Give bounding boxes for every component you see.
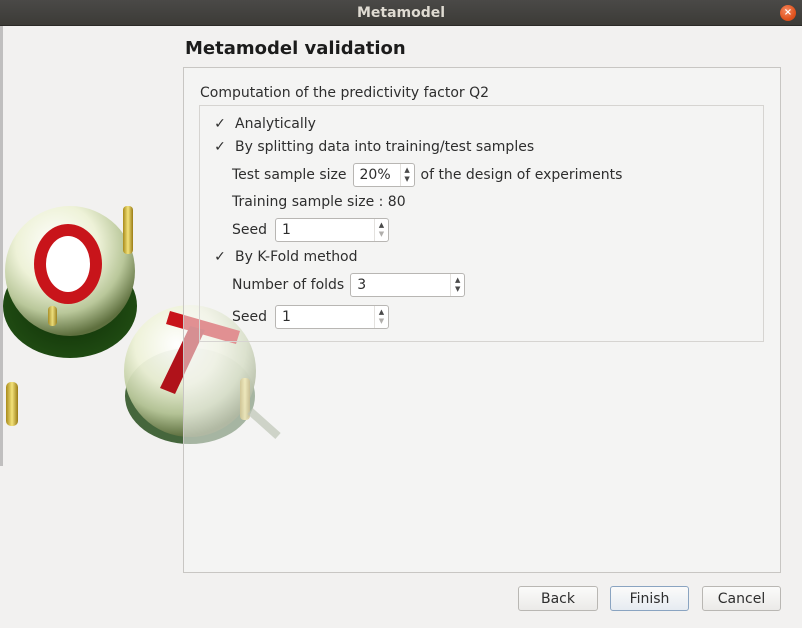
splitting-checkbox[interactable]: ✓: [213, 140, 227, 154]
kfold-checkbox-row[interactable]: ✓ By K-Fold method: [213, 249, 358, 265]
test-sample-size-label: Test sample size: [232, 167, 347, 183]
split-seed-value[interactable]: 1: [276, 222, 374, 238]
kfold-seed-arrows[interactable]: ▲ ▼: [374, 306, 388, 328]
number-of-folds-arrows[interactable]: ▲ ▼: [450, 274, 464, 296]
kfold-seed-spinbox[interactable]: 1 ▲ ▼: [275, 305, 389, 329]
section-title: Computation of the predictivity factor Q…: [200, 85, 490, 101]
wizard-page: Metamodel validation Computation of the …: [0, 26, 802, 628]
close-icon[interactable]: ×: [780, 5, 796, 21]
spin-down-icon[interactable]: ▼: [379, 317, 384, 326]
spin-up-icon[interactable]: ▲: [455, 276, 460, 285]
test-sample-size-suffix: of the design of experiments: [420, 167, 623, 183]
analytically-label: Analytically: [235, 116, 316, 132]
split-seed-label: Seed: [232, 222, 267, 238]
page-title: Metamodel validation: [185, 38, 406, 59]
training-sample-size-text: Training sample size : 80: [232, 194, 406, 210]
cancel-button[interactable]: Cancel: [702, 586, 781, 611]
window-title: Metamodel: [356, 5, 446, 21]
number-of-folds-value[interactable]: 3: [351, 277, 450, 293]
kfold-checkbox[interactable]: ✓: [213, 250, 227, 264]
spin-up-icon[interactable]: ▲: [404, 166, 409, 175]
number-of-folds-label: Number of folds: [232, 277, 345, 293]
number-of-folds-row: Number of folds 3 ▲ ▼: [232, 273, 466, 297]
analytically-checkbox-row[interactable]: ✓ Analytically: [213, 116, 316, 132]
split-seed-arrows[interactable]: ▲ ▼: [374, 219, 388, 241]
spin-down-icon[interactable]: ▼: [379, 230, 384, 239]
window-titlebar: Metamodel ×: [0, 0, 802, 26]
spin-up-icon[interactable]: ▲: [379, 221, 384, 230]
back-button[interactable]: Back: [518, 586, 598, 611]
spin-up-icon[interactable]: ▲: [379, 308, 384, 317]
number-of-folds-spinbox[interactable]: 3 ▲ ▼: [350, 273, 466, 297]
kfold-seed-row: Seed 1 ▲ ▼: [232, 305, 389, 329]
kfold-seed-label: Seed: [232, 309, 267, 325]
kfold-seed-value[interactable]: 1: [276, 309, 374, 325]
test-sample-size-spinbox[interactable]: 20% ▲ ▼: [352, 163, 415, 187]
splitting-label: By splitting data into training/test sam…: [235, 139, 535, 155]
split-seed-spinbox[interactable]: 1 ▲ ▼: [275, 218, 389, 242]
splitting-checkbox-row[interactable]: ✓ By splitting data into training/test s…: [213, 139, 534, 155]
test-sample-size-arrows[interactable]: ▲ ▼: [399, 164, 414, 186]
kfold-label: By K-Fold method: [235, 249, 358, 265]
finish-button[interactable]: Finish: [610, 586, 689, 611]
test-sample-size-row: Test sample size 20% ▲ ▼ of the design o…: [232, 163, 622, 187]
training-sample-size-row: Training sample size : 80: [232, 194, 406, 210]
analytically-checkbox[interactable]: ✓: [213, 117, 227, 131]
split-seed-row: Seed 1 ▲ ▼: [232, 218, 389, 242]
spin-down-icon[interactable]: ▼: [404, 175, 409, 184]
spin-down-icon[interactable]: ▼: [455, 285, 460, 294]
test-sample-size-value[interactable]: 20%: [354, 167, 400, 183]
